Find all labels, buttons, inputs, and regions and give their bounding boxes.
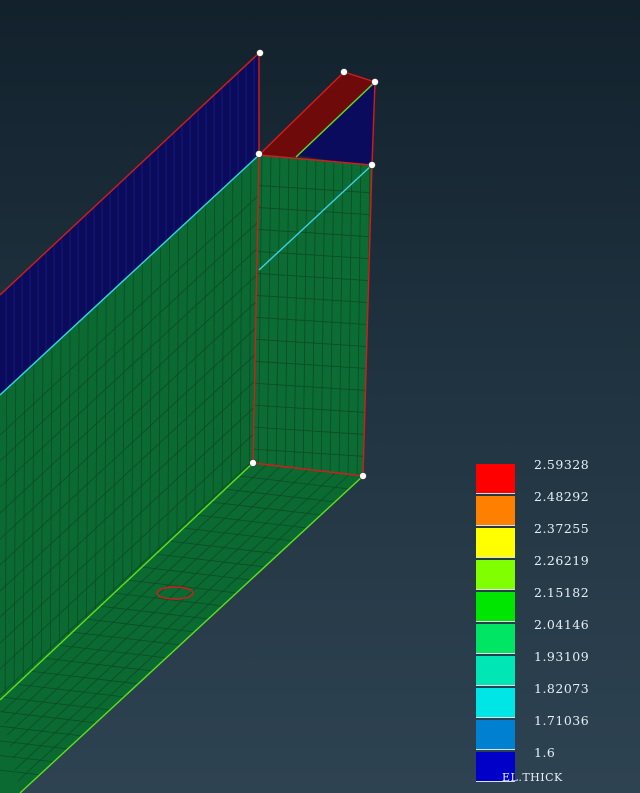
node-marker[interactable] [359,472,367,480]
legend-tick-label: 2.26219 [534,553,590,568]
legend-swatch [476,464,515,494]
legend-tick-label: 2.59328 [534,457,590,472]
thickness-legend: 2.59328 2.48292 2.37255 2.26219 2.15182 2.041… [476,458,636,782]
legend-tick-label: 2.37255 [534,521,590,536]
legend-swatch [476,560,515,590]
node-marker[interactable] [255,150,263,158]
legend-swatch [476,688,515,718]
legend-tick-label: 1.71036 [534,713,590,728]
legend-swatch [476,656,515,686]
node-marker[interactable] [371,78,379,86]
legend-tick-label: 1.82073 [534,681,590,696]
legend-tick-label: 2.15182 [534,585,590,600]
legend-tick-label: 2.48292 [534,489,590,504]
legend-title: EL.THICK [502,771,563,784]
legend-swatch [476,720,515,750]
legend-tick-label: 1.6 [534,745,556,760]
legend-swatch [476,528,515,558]
legend-tick-label: 1.93109 [534,649,590,664]
legend-swatch [476,496,515,526]
end-face [253,155,372,476]
node-marker[interactable] [249,459,257,467]
node-marker[interactable] [256,49,264,57]
legend-swatch [476,592,515,622]
legend-tick-label: 2.04146 [534,617,590,632]
node-marker[interactable] [340,68,348,76]
legend-swatch [476,624,515,654]
node-marker[interactable] [368,161,376,169]
